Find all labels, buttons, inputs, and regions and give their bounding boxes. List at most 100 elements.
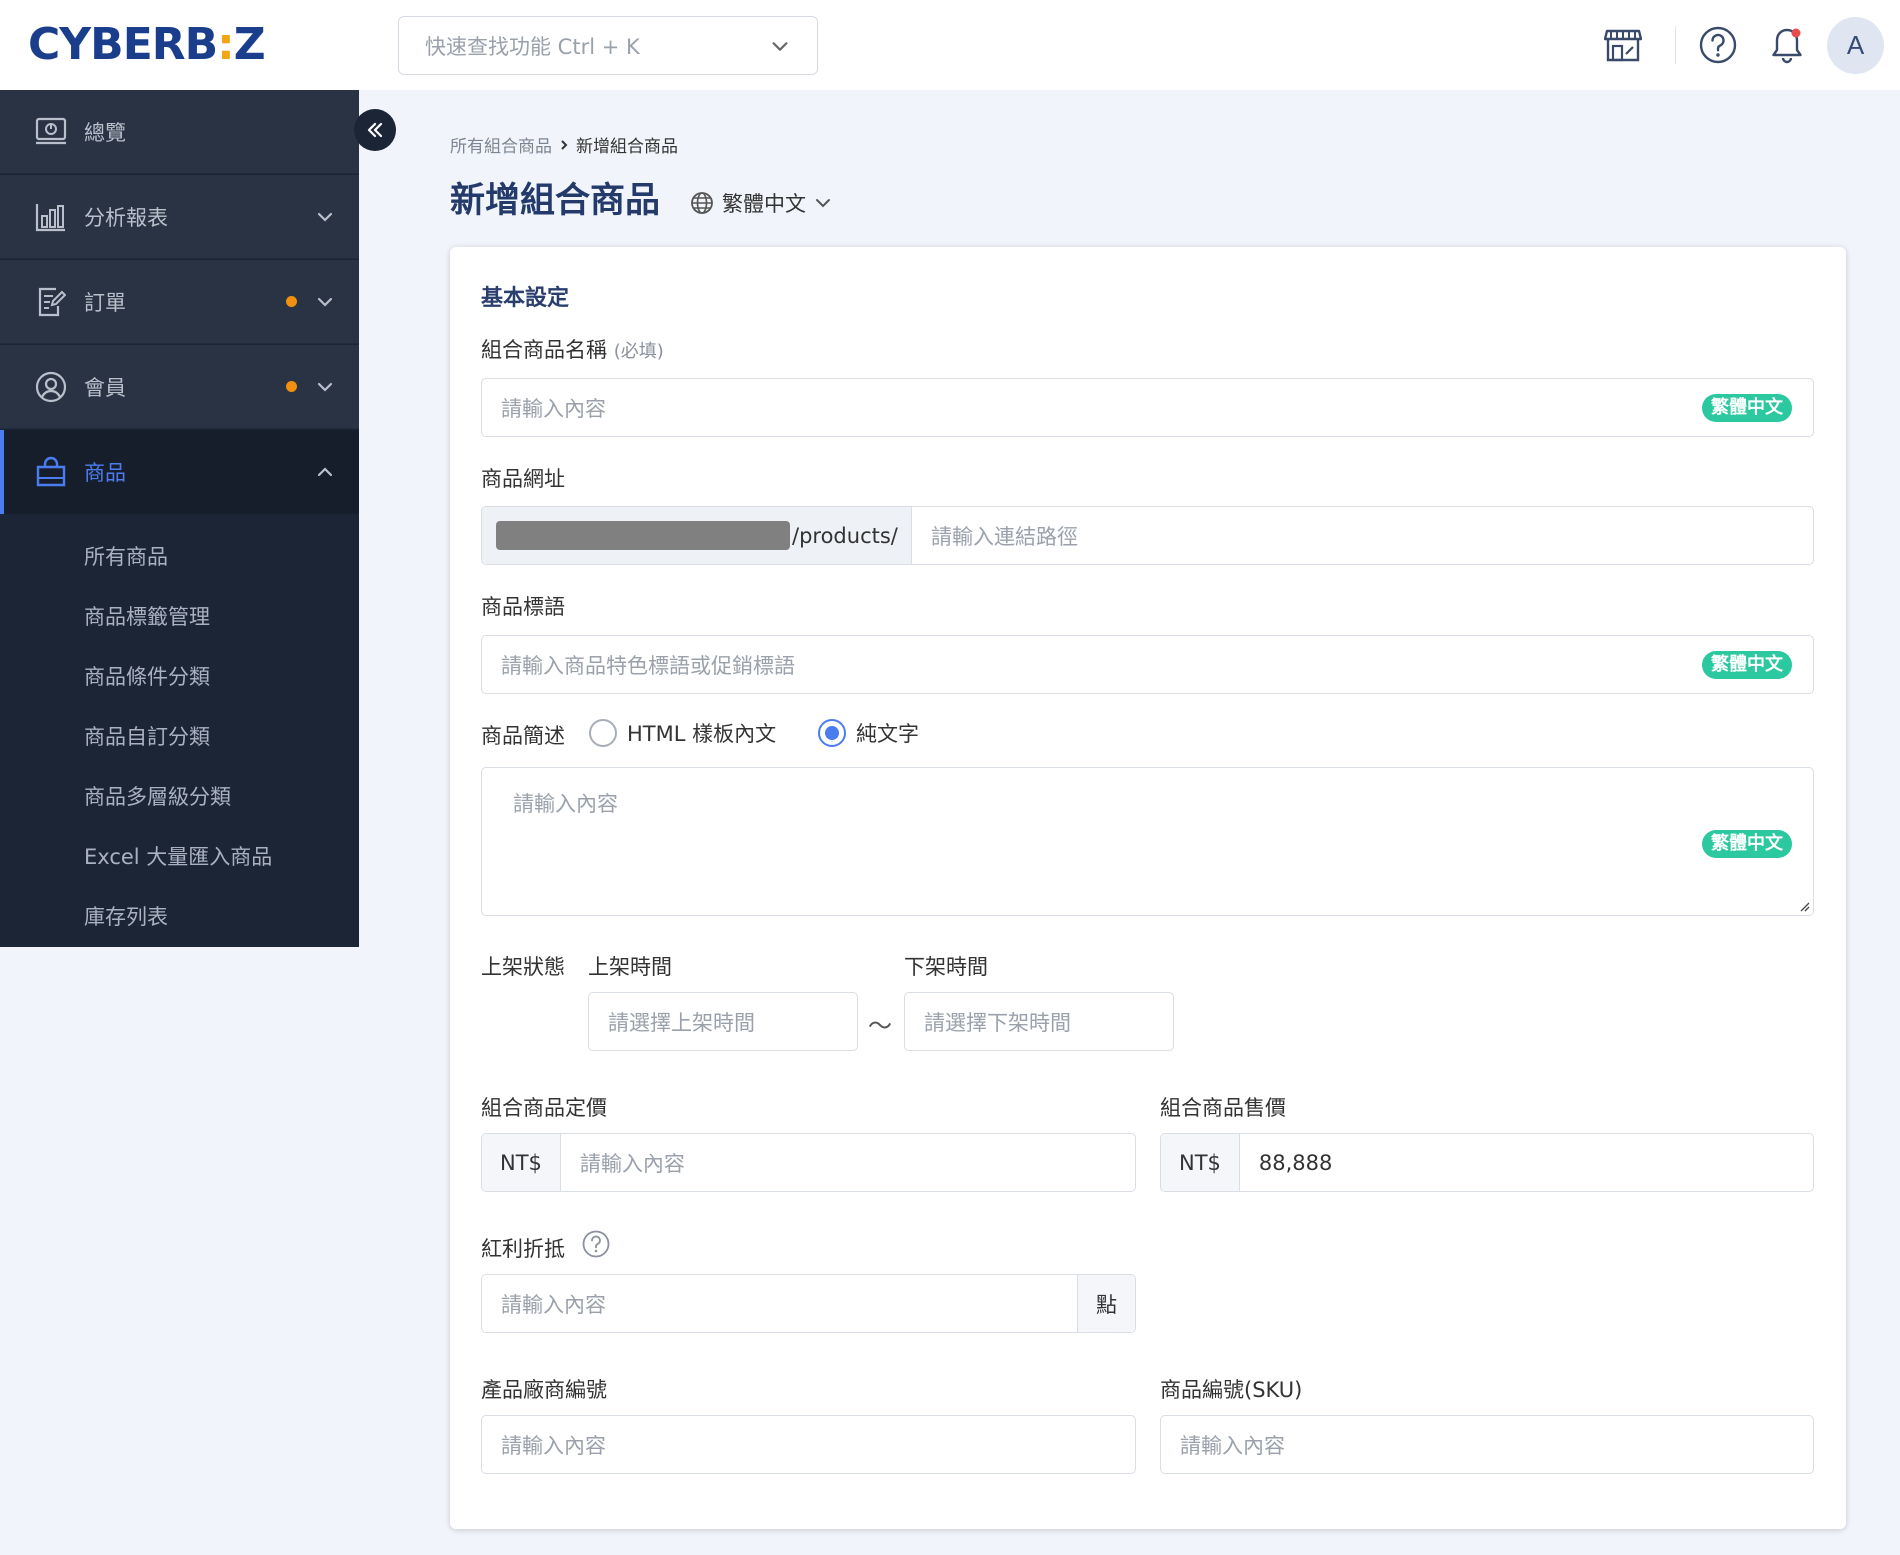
publish-end-label: 下架時間 [904,955,988,979]
publish-start-label: 上架時間 [588,955,672,979]
logo-text: CYBERB [28,19,218,70]
chevron-down-icon [317,212,333,222]
sale-price-input[interactable]: NT$ 88,888 [1160,1133,1814,1192]
user-circle-icon [34,370,68,404]
redacted-domain [496,521,790,550]
url-prefix: /products/ [482,507,912,564]
product-url-label: 商品網址 [481,467,565,491]
page-title: 新增組合商品 [450,181,661,221]
sidebar-subitem-multilevel-category[interactable]: 商品多層級分類 [0,766,359,826]
quick-search-select[interactable]: 快速查找功能 Ctrl + K [398,16,818,75]
chevron-down-icon [772,41,788,51]
language-badge: 繁體中文 [1702,830,1792,858]
sidebar-item-overview[interactable]: 總覽 [0,90,359,174]
logo-text-end: Z [233,19,266,70]
sidebar-subitem-excel-import[interactable]: Excel 大量匯入商品 [0,826,359,886]
tagline-placeholder: 請輸入商品特色標語或促銷標語 [501,653,795,678]
product-url-field: /products/ 請輸入連結路徑 [481,506,1814,565]
notification-dot [286,381,297,392]
chevron-down-icon [816,199,830,208]
language-select[interactable]: 繁體中文 [690,188,832,218]
sidebar-item-label: 訂單 [84,290,126,315]
sidebar-item-label: 會員 [84,375,126,400]
bonus-points-label: 紅利折抵 [481,1237,565,1261]
radio-html-template[interactable] [589,719,617,747]
sidebar: 總覽 分析報表 訂單 會員 商品 所有商品 商品標籤管理 商品條件分類 商品自訂… [0,90,375,947]
order-edit-icon [34,285,68,319]
header-divider [1675,26,1676,64]
quick-search-placeholder: 快速查找功能 Ctrl + K [425,34,640,59]
currency-prefix: NT$ [1161,1134,1240,1191]
top-bar: CYBERB:Z 快速查找功能 Ctrl + K A [0,0,1900,90]
vendor-code-input[interactable]: 請輸入內容 [481,1415,1136,1474]
sidebar-subitem-inventory-list[interactable]: 庫存列表 [0,886,359,946]
cyberbiz-logo[interactable]: CYBERB:Z [28,19,266,70]
shopping-bag-icon [34,455,68,489]
chevron-down-icon [317,297,333,307]
user-avatar[interactable]: A [1827,17,1884,74]
sale-price-value: 88,888 [1258,1150,1333,1175]
list-price-placeholder: 請輸入內容 [579,1151,685,1176]
storefront-icon[interactable] [1600,22,1646,68]
required-hint: (必填) [613,341,664,362]
logo-dot: : [217,19,235,70]
sidebar-subitem-all-products[interactable]: 所有商品 [0,526,359,586]
date-range-separator: ～ [868,1012,892,1040]
chevron-down-icon [317,382,333,392]
tagline-input[interactable]: 請輸入商品特色標語或促銷標語 繁體中文 [481,635,1814,694]
points-unit-suffix: 點 [1077,1275,1135,1332]
sidebar-item-products[interactable]: 商品 [0,430,359,514]
url-slug-input[interactable]: 請輸入連結路徑 [912,521,1813,551]
language-badge: 繁體中文 [1702,393,1792,422]
publish-start-placeholder: 請選擇上架時間 [608,1010,755,1035]
breadcrumb-parent-link[interactable]: 所有組合商品 [450,132,552,157]
publish-status-label: 上架狀態 [481,955,565,979]
vendor-code-label: 產品廠商編號 [481,1378,607,1402]
sale-price-label: 組合商品售價 [1160,1096,1286,1120]
notification-dot [286,296,297,307]
desc-option-html[interactable]: HTML 樣板內文 [589,718,776,748]
sidebar-subitem-product-tags[interactable]: 商品標籤管理 [0,586,359,646]
radio-plain-text[interactable] [818,719,846,747]
sidebar-scrollbar[interactable] [359,90,375,947]
bundle-name-placeholder: 請輸入內容 [501,396,606,421]
list-price-label: 組合商品定價 [481,1096,607,1120]
language-select-value: 繁體中文 [722,192,806,216]
tagline-label: 商品標語 [481,595,565,619]
sidebar-item-analytics[interactable]: 分析報表 [0,175,359,259]
bundle-name-label-text: 組合商品名稱 [481,338,607,362]
bar-chart-icon [34,200,68,234]
sidebar-item-orders[interactable]: 訂單 [0,260,359,344]
chevron-right-icon [561,139,568,150]
sku-label: 商品編號(SKU) [1160,1378,1303,1402]
help-circle-icon[interactable] [1695,22,1741,68]
description-textarea[interactable]: 請輸入內容 繁體中文 [481,767,1814,916]
collapse-sidebar-button[interactable] [354,109,396,151]
bonus-points-placeholder: 請輸入內容 [501,1292,606,1317]
sidebar-item-members[interactable]: 會員 [0,345,359,429]
sidebar-item-label: 商品 [84,461,126,485]
publish-end-datepicker[interactable]: 請選擇下架時間 [904,992,1174,1051]
desc-option-plain-text[interactable]: 純文字 [818,718,919,748]
double-chevron-left-icon [367,122,383,138]
radio-html-label: HTML 樣板內文 [627,722,777,746]
sku-input[interactable]: 請輸入內容 [1160,1415,1814,1474]
bundle-name-label: 組合商品名稱 (必填) [481,334,664,364]
publish-end-placeholder: 請選擇下架時間 [924,1010,1071,1035]
breadcrumb-current: 新增組合商品 [576,137,678,157]
bell-icon[interactable] [1764,22,1810,68]
description-placeholder: 請輸入內容 [513,792,618,816]
resize-handle-icon[interactable] [1798,900,1810,912]
description-label: 商品簡述 [481,724,565,748]
sidebar-subitem-custom-category[interactable]: 商品自訂分類 [0,706,359,766]
sidebar-subitem-condition-category[interactable]: 商品條件分類 [0,646,359,706]
list-price-input[interactable]: NT$ 請輸入內容 [481,1133,1136,1192]
radio-plain-text-label: 純文字 [856,722,919,746]
bundle-name-input[interactable]: 請輸入內容 繁體中文 [481,378,1814,437]
sidebar-item-label: 分析報表 [84,205,168,230]
url-products-path: /products/ [792,523,898,548]
help-circle-icon[interactable] [581,1229,611,1259]
publish-start-datepicker[interactable]: 請選擇上架時間 [588,992,858,1051]
language-badge: 繁體中文 [1702,650,1792,679]
bonus-points-input[interactable]: 請輸入內容 點 [481,1274,1136,1333]
